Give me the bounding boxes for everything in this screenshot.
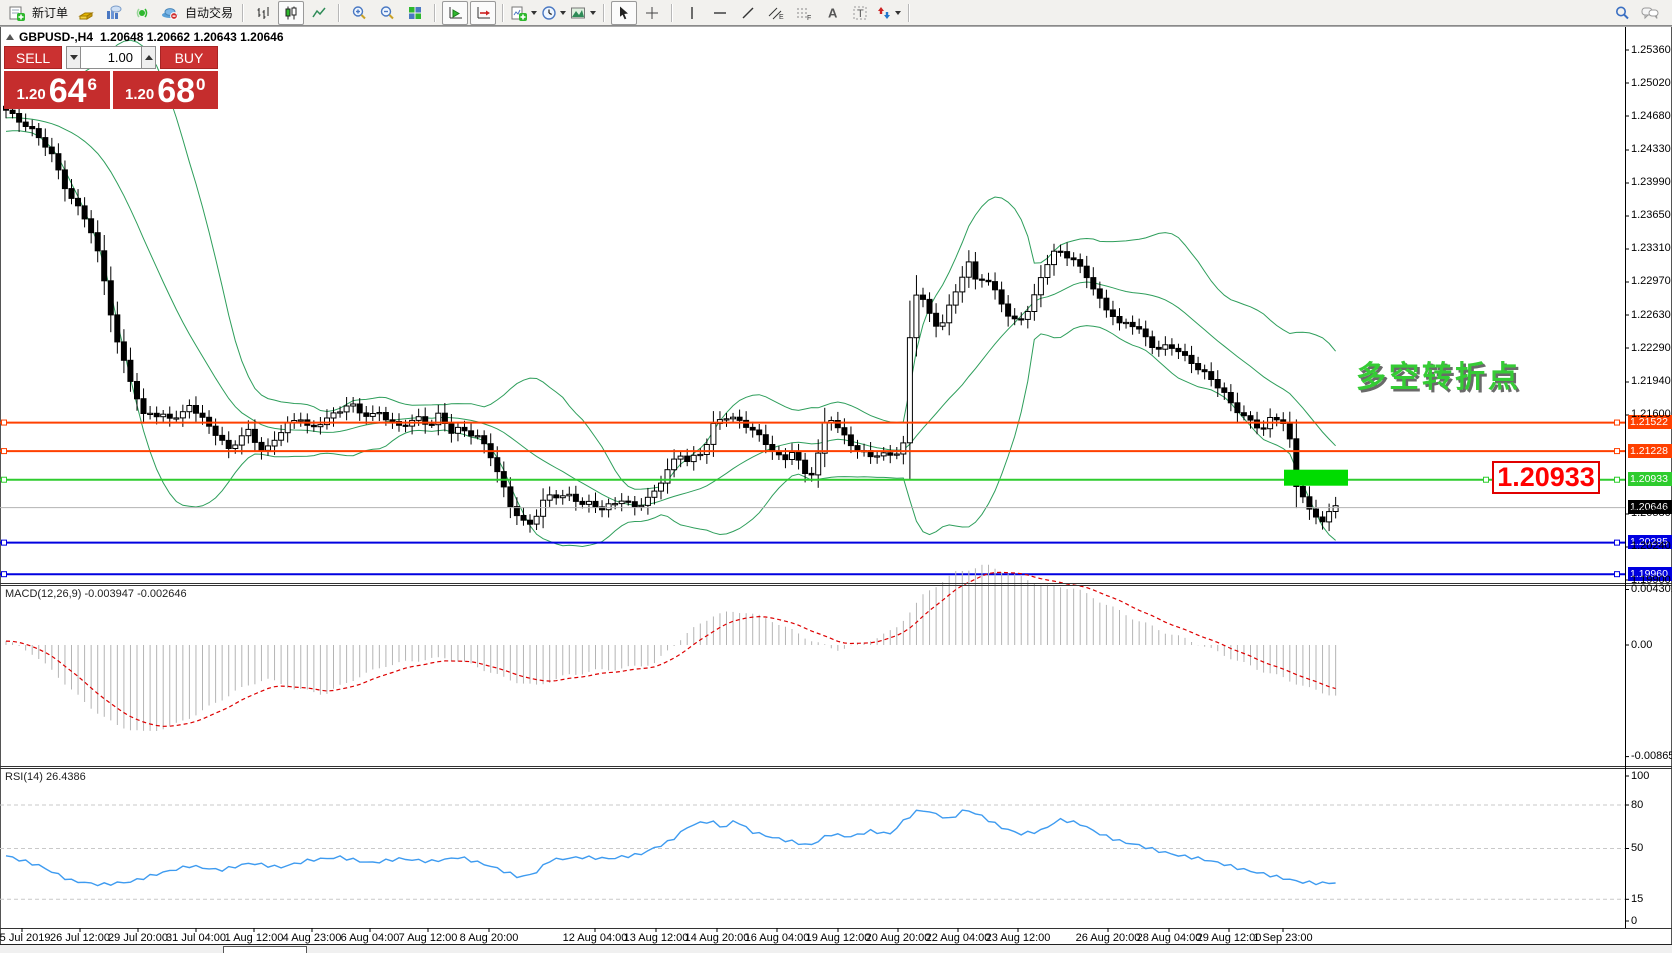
cursor-tool-button[interactable] [611,1,637,25]
chevron-down-icon [560,11,566,15]
trendline-tool-button[interactable] [735,1,761,25]
candlestick-chart-type-button[interactable] [278,1,304,25]
chevron-down-icon [590,11,596,15]
svg-text:T: T [857,8,864,20]
zoom-out-button[interactable] [374,1,400,25]
toolbar-separator [242,4,244,22]
auto-trading-label[interactable]: 自动交易 [185,4,233,21]
chevron-down-icon [70,55,78,60]
chat-icon[interactable] [1637,1,1663,25]
volume-input[interactable] [81,46,141,69]
crosshair-tool-button[interactable] [639,1,665,25]
highlight-box[interactable] [1284,470,1348,486]
sell-price-small: 1.20 [17,86,46,103]
auto-trading-icon[interactable] [157,1,183,25]
svg-text:A: A [828,5,838,20]
chevron-down-icon [531,11,537,15]
sell-button[interactable]: SELL [4,46,62,69]
horizontal-scrollbar[interactable] [0,944,1672,953]
one-click-trading-panel: SELL BUY 1.20 64 6 1.20 68 0 [4,46,218,109]
line-chart-type-button[interactable] [306,1,332,25]
equidistant-channel-tool-button[interactable]: E [763,1,789,25]
chevron-down-icon [895,11,901,15]
toolbar-separator [671,4,673,22]
new-order-button[interactable] [4,1,30,25]
candles [4,99,1339,533]
volume-increase-button[interactable] [141,46,156,69]
tile-windows-button[interactable] [402,1,428,25]
mt4-application: 新订单 自动交易 [0,0,1672,953]
sell-price-big: 64 [49,75,87,107]
chevron-up-icon [145,55,153,60]
signals-icon[interactable] [129,1,155,25]
buy-button[interactable]: BUY [160,46,218,69]
toolbar-separator [908,4,910,22]
sell-price-display[interactable]: 1.20 64 6 [4,71,110,109]
buy-price-sup: 0 [196,75,205,95]
chart-shift-button[interactable] [470,1,496,25]
arrows-tool-button[interactable] [875,1,902,25]
chart-text-annotation[interactable]: 多空转折点 [1356,352,1521,396]
buy-price-display[interactable]: 1.20 68 0 [113,71,219,109]
sell-price-sup: 6 [88,75,97,95]
svg-text:E: E [779,14,784,21]
text-tool-button[interactable]: A [819,1,845,25]
price-callout-box[interactable]: 1.20933 [1492,461,1600,494]
chart-ohlc-values: 1.20648 1.20662 1.20643 1.20646 [100,30,284,44]
bar-chart-type-button[interactable] [250,1,276,25]
horizontal-line-tool-button[interactable] [707,1,733,25]
toolbar-separator [338,4,340,22]
chart-symbol-period: GBPUSD-,H4 [19,30,93,44]
indicators-button[interactable] [510,1,538,25]
collapse-arrow-icon[interactable] [6,34,14,40]
publish-chart-icon[interactable] [101,1,127,25]
toolbar: 新订单 自动交易 [0,0,1672,26]
periods-button[interactable] [540,1,567,25]
fibonacci-tool-button[interactable]: F [791,1,817,25]
templates-button[interactable] [569,1,597,25]
toolbar-separator [603,4,605,22]
toolbar-separator [502,4,504,22]
new-order-label[interactable]: 新订单 [32,4,68,21]
scrollbar-thumb[interactable] [223,946,307,953]
market-watch-icon[interactable] [73,1,99,25]
chart-canvas[interactable] [0,0,1672,953]
auto-scroll-button[interactable] [442,1,468,25]
chart-header: GBPUSD-,H4 1.20648 1.20662 1.20643 1.206… [6,30,291,44]
volume-decrease-button[interactable] [66,46,81,69]
bollinger-bands [6,40,1336,546]
buy-price-small: 1.20 [125,86,154,103]
zoom-in-button[interactable] [346,1,372,25]
search-icon[interactable] [1609,1,1635,25]
toolbar-separator [434,4,436,22]
svg-text:F: F [807,15,811,21]
vertical-line-tool-button[interactable] [679,1,705,25]
buy-price-big: 68 [157,75,195,107]
text-label-tool-button[interactable]: T [847,1,873,25]
indicator-panes [0,565,1625,900]
